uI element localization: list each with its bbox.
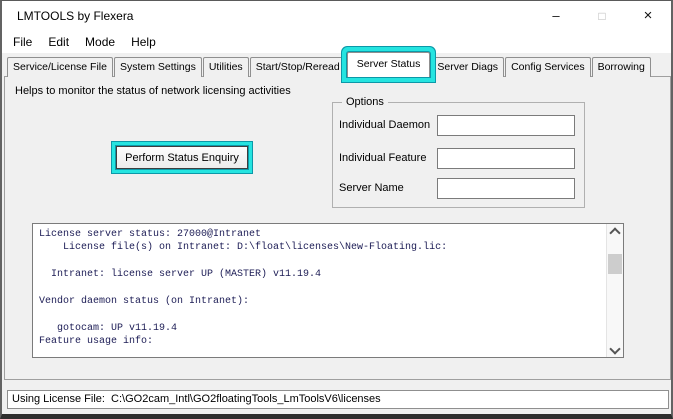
individual-daemon-input[interactable] <box>437 115 575 136</box>
menu-edit[interactable]: Edit <box>40 33 77 51</box>
title-bar: LMTOOLS by Flexera – □ × <box>2 1 671 31</box>
close-button[interactable]: × <box>625 1 671 31</box>
scrollbar-thumb[interactable] <box>608 254 622 274</box>
menu-file[interactable]: File <box>5 33 40 51</box>
tab-server-diags[interactable]: Server Diags <box>431 57 504 77</box>
maximize-button: □ <box>579 1 625 31</box>
status-output-text: License server status: 27000@Intranet Li… <box>39 228 603 355</box>
scroll-up-button[interactable] <box>607 224 623 239</box>
tab-start-stop-reread[interactable]: Start/Stop/Reread <box>250 57 346 77</box>
individual-feature-label: Individual Feature <box>339 152 426 164</box>
options-legend: Options <box>342 96 388 108</box>
individual-feature-input[interactable] <box>437 148 575 169</box>
scroll-down-button[interactable] <box>607 342 623 357</box>
menu-mode[interactable]: Mode <box>77 33 123 51</box>
perform-status-enquiry-button[interactable]: Perform Status Enquiry <box>116 146 248 169</box>
window-title: LMTOOLS by Flexera <box>17 1 133 31</box>
tab-config-services[interactable]: Config Services <box>505 57 591 77</box>
menu-bar: File Edit Mode Help <box>2 31 671 53</box>
lmtools-window: LMTOOLS by Flexera – □ × File Edit Mode … <box>0 0 673 419</box>
server-name-input[interactable] <box>437 178 575 199</box>
chevron-down-icon <box>609 343 620 354</box>
server-name-label: Server Name <box>339 182 404 194</box>
chevron-up-icon <box>609 227 620 238</box>
tab-service-license-file[interactable]: Service/License File <box>7 57 113 77</box>
tab-system-settings[interactable]: System Settings <box>114 57 202 77</box>
highlight-ring-button: Perform Status Enquiry <box>111 141 253 174</box>
options-groupbox: Options Individual Daemon Individual Fea… <box>332 102 585 208</box>
tab-strip: Service/License File System Settings Uti… <box>4 52 669 77</box>
tab-borrowing[interactable]: Borrowing <box>592 57 651 77</box>
status-bar: Using License File: C:\GO2cam_Intl\GO2fl… <box>7 390 669 409</box>
individual-daemon-label: Individual Daemon <box>339 119 430 131</box>
tab-description-text: Helps to monitor the status of network l… <box>15 85 291 97</box>
status-output-box[interactable]: License server status: 27000@Intranet Li… <box>32 223 624 358</box>
menu-help[interactable]: Help <box>123 33 164 51</box>
minimize-button[interactable]: – <box>533 1 579 31</box>
using-license-file-text: Using License File: C:\GO2cam_Intl\GO2fl… <box>12 391 381 408</box>
vertical-scrollbar[interactable] <box>606 224 623 357</box>
tab-server-status[interactable]: Server Status <box>347 52 431 77</box>
tab-utilities[interactable]: Utilities <box>203 57 249 77</box>
